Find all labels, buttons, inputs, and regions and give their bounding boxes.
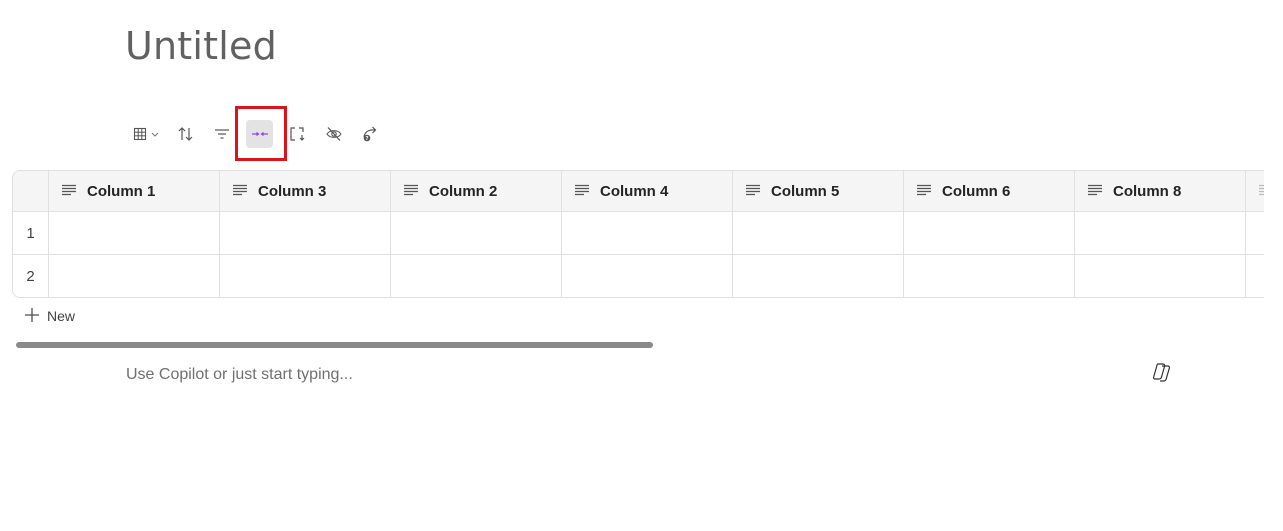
row-number-header xyxy=(13,171,49,212)
text-lines-icon xyxy=(61,183,77,200)
data-table: Column 1 Column 3 Column 2 Column 4 Colu… xyxy=(12,170,1264,298)
page-title[interactable]: Untitled xyxy=(125,24,277,68)
column-header[interactable]: Column 8 xyxy=(1075,171,1246,212)
sort-icon xyxy=(177,125,195,143)
column-header-label: Column 1 xyxy=(87,183,156,200)
column-header-label: Column 2 xyxy=(429,183,498,200)
row-number: 2 xyxy=(13,255,49,297)
table-cell[interactable] xyxy=(220,255,391,297)
column-header-label: Column 6 xyxy=(942,183,1011,200)
table-cell[interactable] xyxy=(49,212,220,254)
editor-placeholder[interactable]: Use Copilot or just start typing... xyxy=(126,366,353,384)
share-button[interactable]: ? xyxy=(358,120,384,148)
plus-icon xyxy=(24,307,47,326)
filter-button[interactable] xyxy=(209,120,235,148)
column-header[interactable]: Column 1 xyxy=(49,171,220,212)
table-cell[interactable] xyxy=(733,255,904,297)
column-header-label: Column 8 xyxy=(1113,183,1182,200)
column-header[interactable]: Column 6 xyxy=(904,171,1075,212)
table-view-button[interactable] xyxy=(131,120,163,148)
table-row: 2 xyxy=(13,255,1264,297)
column-header[interactable]: Column 5 xyxy=(733,171,904,212)
sort-button[interactable] xyxy=(173,120,199,148)
table-toolbar: ? xyxy=(127,120,397,148)
column-header-label: Column 3 xyxy=(258,183,327,200)
text-lines-icon xyxy=(574,183,590,200)
column-header-label: Column 5 xyxy=(771,183,840,200)
table-cell[interactable] xyxy=(904,212,1075,254)
text-lines-icon xyxy=(1258,183,1264,200)
table-row: 1 xyxy=(13,212,1264,255)
resize-button[interactable] xyxy=(284,120,310,148)
column-header-overflow[interactable] xyxy=(1246,171,1264,212)
collapse-columns-icon xyxy=(251,127,269,141)
hide-icon xyxy=(325,125,343,143)
resize-icon xyxy=(288,125,306,143)
table-cell[interactable] xyxy=(391,212,562,254)
table-view-icon xyxy=(133,126,161,142)
hide-button[interactable] xyxy=(321,120,347,148)
column-header[interactable]: Column 3 xyxy=(220,171,391,212)
column-header-label: Column 4 xyxy=(600,183,669,200)
text-lines-icon xyxy=(403,183,419,200)
row-number: 1 xyxy=(13,212,49,254)
column-header[interactable]: Column 4 xyxy=(562,171,733,212)
share-icon: ? xyxy=(361,125,381,143)
filter-icon xyxy=(213,125,231,143)
text-lines-icon xyxy=(1087,183,1103,200)
table-header-row: Column 1 Column 3 Column 2 Column 4 Colu… xyxy=(13,171,1264,212)
text-lines-icon xyxy=(916,183,932,200)
table-cell[interactable] xyxy=(562,255,733,297)
new-row-label: New xyxy=(47,308,76,324)
collapse-columns-button[interactable] xyxy=(246,120,273,148)
text-lines-icon xyxy=(745,183,761,200)
table-cell[interactable] xyxy=(391,255,562,297)
table-cell[interactable] xyxy=(562,212,733,254)
copilot-icon[interactable] xyxy=(1151,361,1173,383)
text-lines-icon xyxy=(232,183,248,200)
table-cell[interactable] xyxy=(904,255,1075,297)
table-cell[interactable] xyxy=(220,212,391,254)
column-header[interactable]: Column 2 xyxy=(391,171,562,212)
new-row-button[interactable]: New xyxy=(24,306,75,326)
table-cell[interactable] xyxy=(733,212,904,254)
table-cell[interactable] xyxy=(49,255,220,297)
table-cell[interactable] xyxy=(1075,212,1246,254)
svg-text:?: ? xyxy=(365,136,368,142)
table-cell[interactable] xyxy=(1075,255,1246,297)
horizontal-scrollbar[interactable] xyxy=(16,342,653,348)
